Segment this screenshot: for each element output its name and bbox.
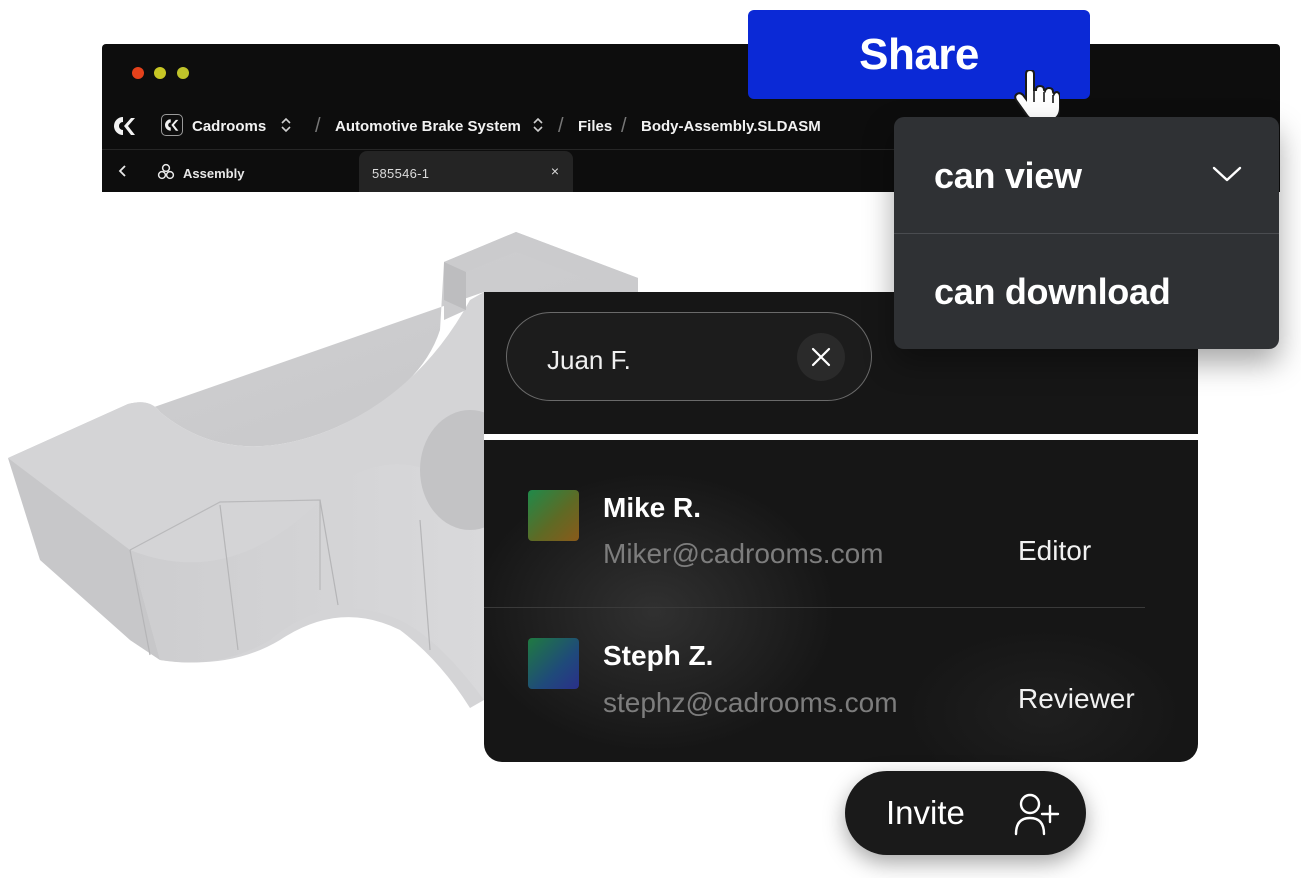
permission-option-download[interactable]: can download <box>934 271 1171 313</box>
permission-option-view[interactable]: can view <box>934 155 1082 197</box>
close-icon <box>811 347 831 367</box>
breadcrumb-section[interactable]: Files <box>578 118 612 135</box>
user-email: stephz@cadrooms.com <box>603 687 898 718</box>
invitee-chip[interactable]: Juan F. <box>506 312 872 401</box>
chevron-down-icon[interactable] <box>1212 165 1242 183</box>
breadcrumb-file[interactable]: Body-Assembly.SLDASM <box>641 118 821 135</box>
tab-file[interactable]: 585546-1 × <box>359 151 573 192</box>
invite-label: Invite <box>886 794 965 831</box>
invite-button[interactable]: Invite <box>845 771 1086 855</box>
add-user-icon <box>1014 793 1060 836</box>
user-email: Miker@cadrooms.com <box>603 538 884 569</box>
share-panel: Juan F. Mike R. Miker@cadrooms.com Edito… <box>484 292 1198 762</box>
user-role[interactable]: Reviewer <box>1018 683 1135 715</box>
avatar <box>528 638 579 689</box>
tab-assembly[interactable]: Assembly <box>183 166 244 181</box>
close-icon[interactable]: × <box>551 163 559 179</box>
hand-cursor-icon <box>1014 70 1060 122</box>
remove-invitee-button[interactable] <box>797 333 845 381</box>
user-name: Mike R. <box>603 492 702 523</box>
breadcrumb-workspace[interactable]: Cadrooms <box>192 118 266 135</box>
workspace-logo-icon <box>161 114 183 136</box>
section-divider <box>484 434 1198 440</box>
user-row[interactable]: Steph Z. stephz@cadrooms.com Reviewer <box>484 608 1198 758</box>
avatar <box>528 490 579 541</box>
breadcrumb-separator: / <box>315 115 321 137</box>
title-bar <box>102 44 1280 100</box>
updown-icon[interactable] <box>532 116 544 134</box>
user-name: Steph Z. <box>603 640 714 671</box>
window-close-dot[interactable] <box>132 67 144 79</box>
tab-file-label: 585546-1 <box>372 166 430 181</box>
app-logo-icon[interactable] <box>114 116 136 136</box>
dropdown-divider <box>894 233 1279 234</box>
assembly-icon <box>157 163 175 180</box>
breadcrumb-project[interactable]: Automotive Brake System <box>335 118 521 135</box>
user-role[interactable]: Editor <box>1018 535 1091 567</box>
breadcrumb-separator: / <box>558 115 564 137</box>
chevron-left-icon[interactable] <box>116 164 130 178</box>
updown-icon[interactable] <box>280 116 292 134</box>
invitee-name: Juan F. <box>547 345 631 375</box>
breadcrumb-separator: / <box>621 115 627 137</box>
permission-dropdown: can view can download <box>894 117 1279 349</box>
user-row[interactable]: Mike R. Miker@cadrooms.com Editor <box>484 452 1198 602</box>
window-maximize-dot[interactable] <box>177 67 189 79</box>
window-minimize-dot[interactable] <box>154 67 166 79</box>
